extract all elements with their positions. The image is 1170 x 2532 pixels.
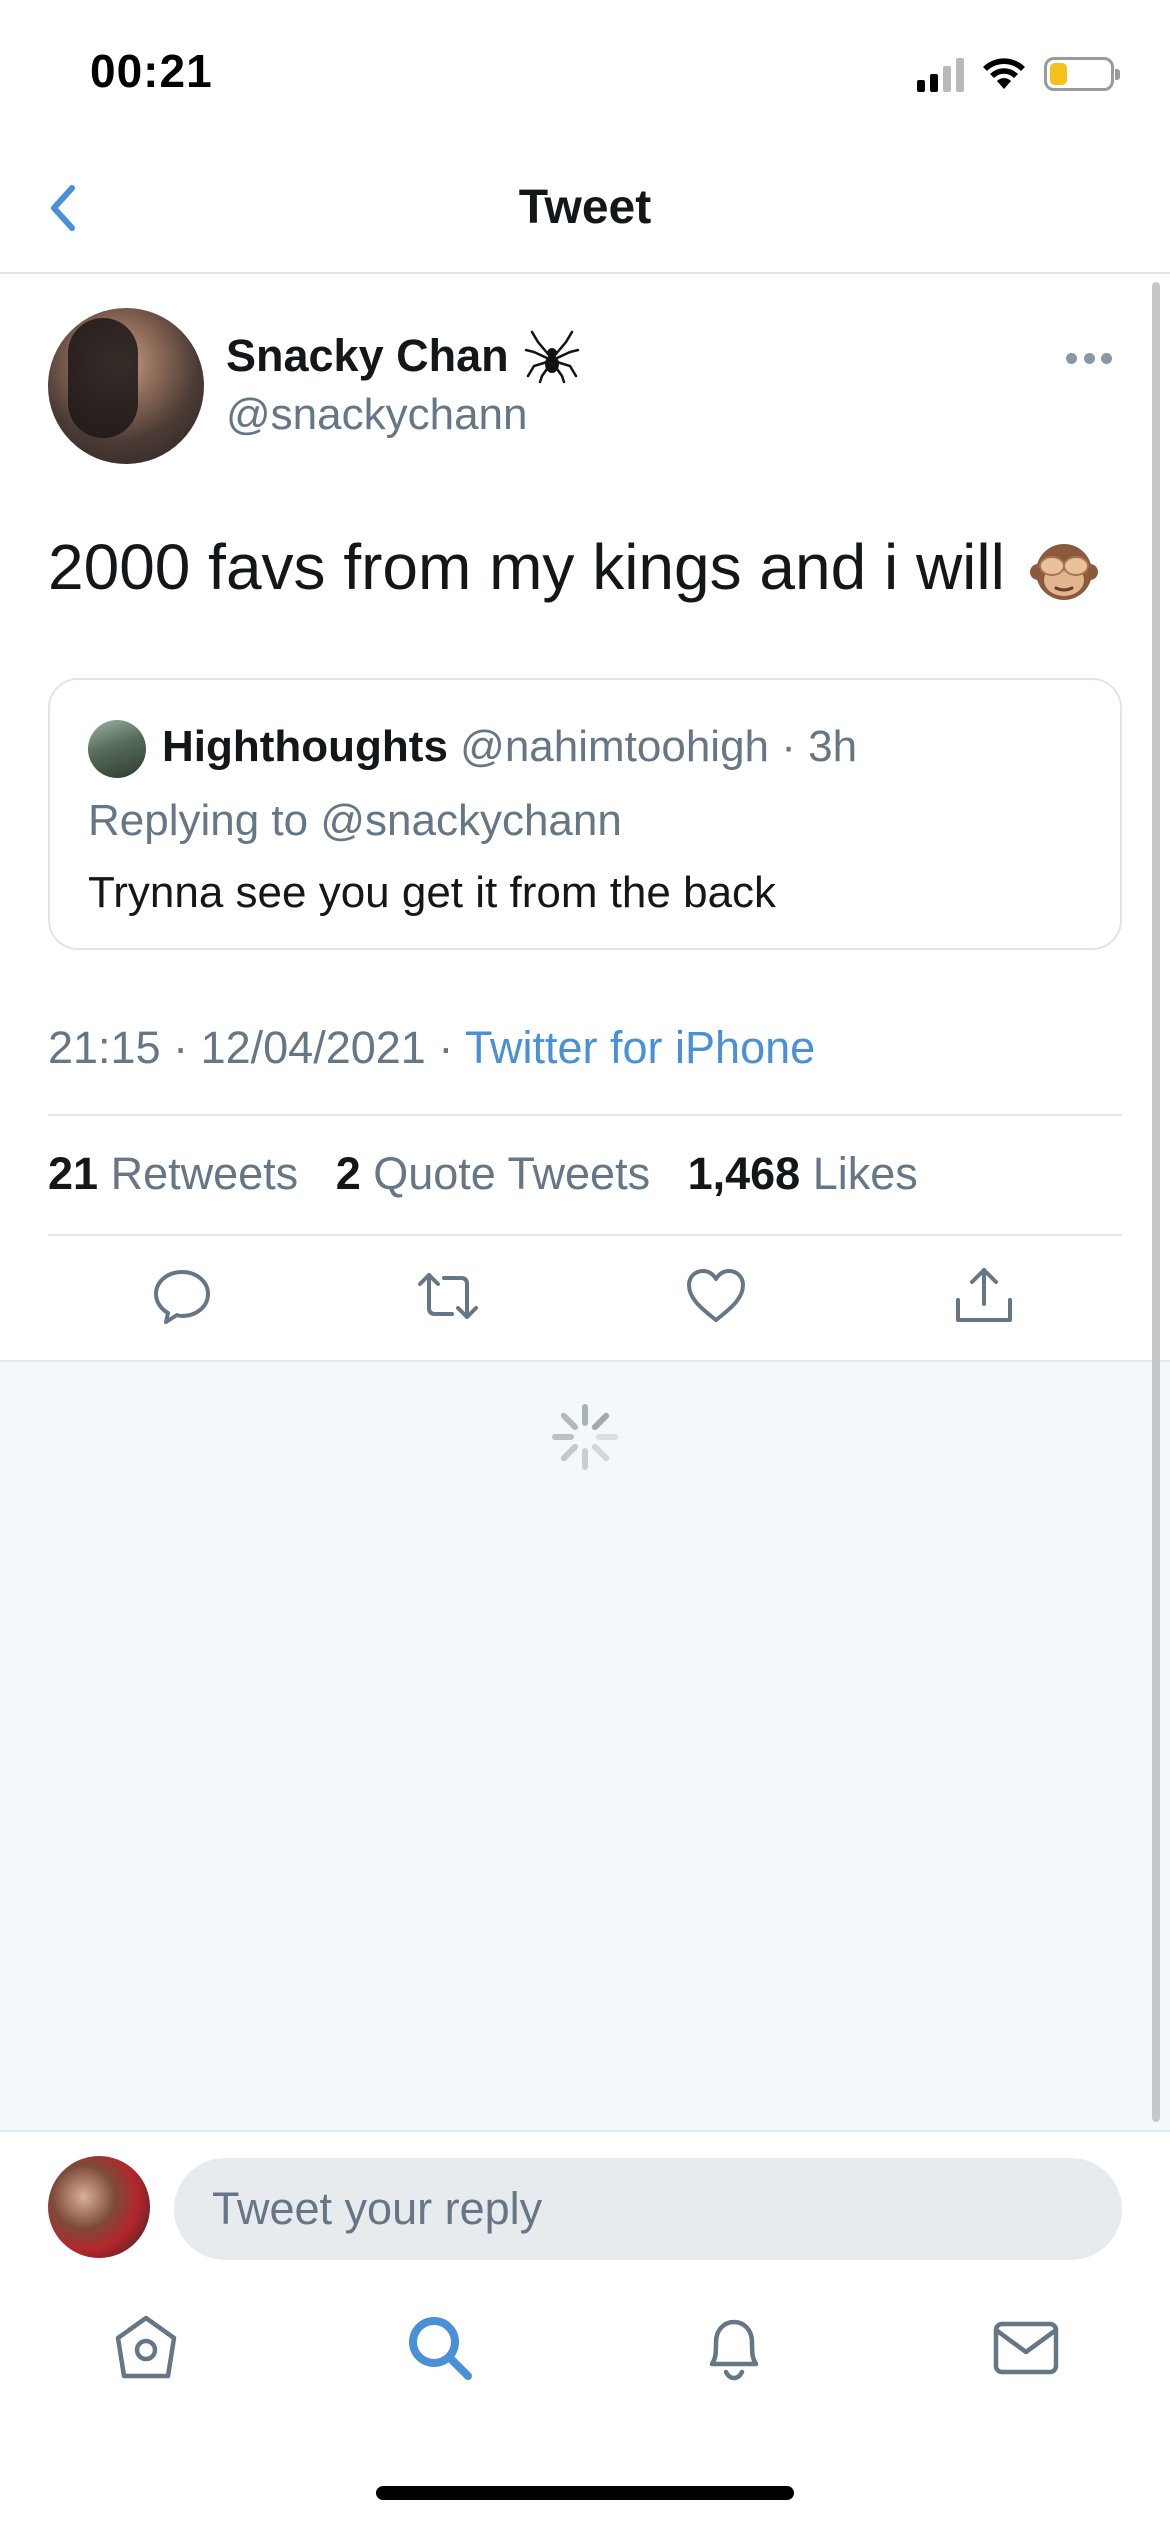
quoted-author-handle: @nahimtoohigh <box>460 722 770 771</box>
signal-icon <box>917 56 964 92</box>
quoted-author-name: Highthoughts <box>162 722 448 771</box>
share-icon[interactable] <box>952 1264 1016 1328</box>
tweet-source-link[interactable]: Twitter for iPhone <box>465 1022 815 1073</box>
spinner-spoke <box>560 1443 579 1462</box>
nav-header: Tweet <box>0 150 1170 274</box>
quoted-tweet-card[interactable]: Highthoughts @nahimtoohigh · 3h Replying… <box>48 678 1122 950</box>
more-horizontal-icon <box>1066 352 1077 364</box>
see-no-evil-monkey-icon <box>1030 544 1098 600</box>
home-indicator[interactable] <box>376 2486 794 2500</box>
wifi-icon <box>983 58 1025 89</box>
like-icon[interactable] <box>684 1264 748 1328</box>
notifications-icon[interactable] <box>696 2310 772 2386</box>
loading-spinner-icon <box>552 1404 618 1470</box>
battery-icon <box>1044 57 1120 91</box>
tweet-text: 2000 favs from my kings and i will <box>48 531 1005 603</box>
scrollbar[interactable] <box>1152 282 1160 2122</box>
user-avatar[interactable] <box>48 2156 150 2258</box>
quoted-tweet-text: Trynna see you get it from the back <box>88 868 777 917</box>
likes-stat[interactable]: 1,468 Likes <box>688 1148 918 1199</box>
quoted-replying-to: Replying to @snackychann <box>88 796 622 845</box>
quoted-author-avatar <box>88 720 146 778</box>
author-avatar[interactable] <box>48 308 204 464</box>
search-icon[interactable] <box>402 2310 478 2386</box>
spider-emoji-icon <box>524 330 580 384</box>
battery-level <box>1050 63 1067 85</box>
quote-tweets-stat[interactable]: 2 Quote Tweets <box>336 1148 650 1199</box>
tab-bar <box>0 2270 1170 2430</box>
author-name[interactable]: Snacky Chan <box>226 330 509 382</box>
quoted-tweet-header: Highthoughts @nahimtoohigh · 3h <box>162 722 857 772</box>
tweet-meta: 21:15 · 12/04/2021 · Twitter for iPhone <box>48 1022 815 1074</box>
tweet-timestamp: 21:15 · 12/04/2021 · <box>48 1022 465 1073</box>
reply-input[interactable] <box>174 2158 1122 2260</box>
tweet-stats: 21 Retweets 2 Quote Tweets 1,468 Likes <box>48 1148 918 1200</box>
spinner-spoke <box>591 1412 610 1431</box>
reply-icon[interactable] <box>150 1264 214 1328</box>
spinner-spoke <box>560 1412 579 1431</box>
retweet-icon[interactable] <box>416 1264 480 1328</box>
page-title: Tweet <box>518 181 652 234</box>
spinner-spoke <box>591 1443 610 1462</box>
tweet-actions <box>0 1236 1170 1360</box>
status-time: 00:21 <box>90 45 213 97</box>
author-handle[interactable]: @snackychann <box>226 390 528 440</box>
replies-loading-area <box>0 1360 1170 2130</box>
status-icons <box>917 54 1120 94</box>
divider <box>48 1114 1122 1116</box>
quoted-tweet-age: · 3h <box>781 722 858 771</box>
more-options-button[interactable] <box>1066 350 1112 366</box>
reply-bar <box>0 2130 1170 2270</box>
home-icon[interactable] <box>108 2310 184 2386</box>
retweets-stat[interactable]: 21 Retweets <box>48 1148 298 1199</box>
messages-icon[interactable] <box>988 2310 1064 2386</box>
status-bar: 00:21 <box>0 0 1170 150</box>
